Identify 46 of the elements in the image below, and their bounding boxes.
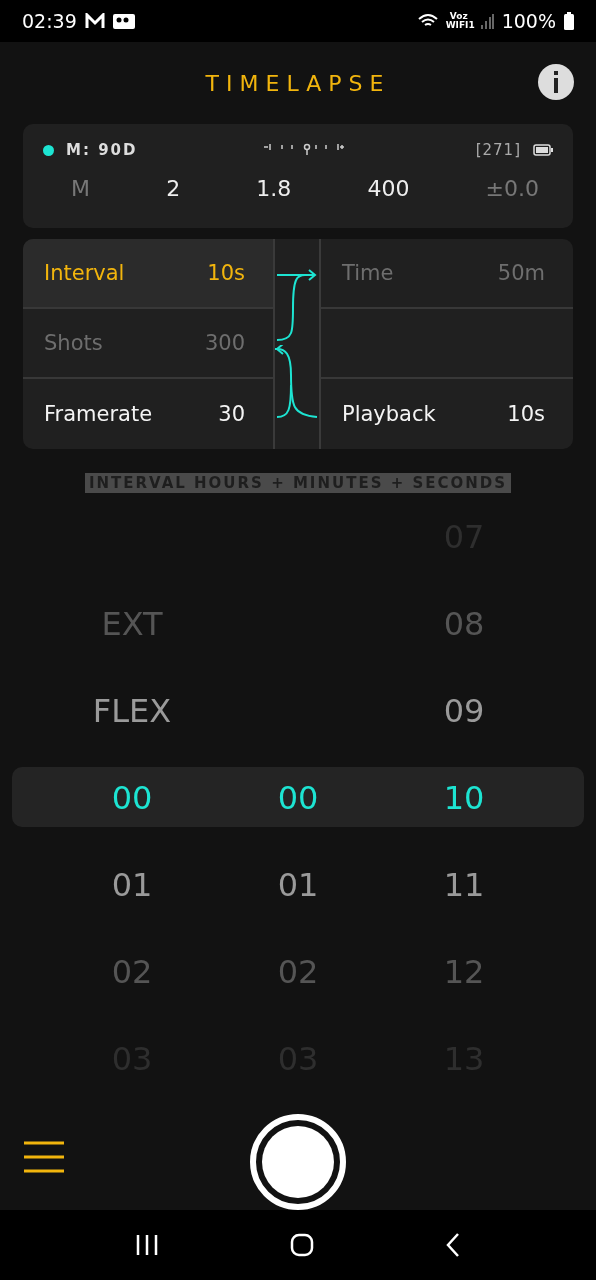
setting-label: Shots <box>44 331 103 355</box>
flow-arrow-icon <box>275 267 319 344</box>
back-button[interactable] <box>444 1232 461 1258</box>
setting-label: Playback <box>342 402 436 426</box>
picker-item[interactable]: 10 <box>443 778 485 817</box>
screen-title: TIMELAPSE <box>205 70 391 96</box>
recents-button[interactable] <box>135 1234 160 1256</box>
setting-label: Time <box>342 261 394 285</box>
home-button[interactable] <box>290 1233 314 1257</box>
picker-item[interactable]: 09 <box>443 691 485 730</box>
battery-icon <box>533 144 553 156</box>
setting-label: Interval <box>44 261 125 285</box>
exposure-value: 400 <box>367 176 410 201</box>
picker-item[interactable]: 00 <box>277 778 319 817</box>
picker-item[interactable]: FLEX <box>92 691 172 730</box>
setting-row[interactable]: Framerate 30 <box>23 379 273 449</box>
picker-item[interactable]: 01 <box>111 865 153 904</box>
flow-arrow-icon <box>275 344 319 421</box>
setting-label: Framerate <box>44 402 153 426</box>
status-time: 02:39 <box>22 10 77 32</box>
setting-row[interactable]: Interval 10s <box>23 239 273 309</box>
setting-row[interactable]: Playback 10s <box>321 379 573 449</box>
info-button[interactable] <box>538 64 574 100</box>
setting-value: 10s <box>507 402 545 426</box>
network-label: Voz WIFI1 <box>445 12 472 30</box>
wifi-icon <box>417 13 438 29</box>
setting-value: 30 <box>218 402 245 426</box>
exposure-value: 2 <box>166 176 181 201</box>
picker-item[interactable]: 00 <box>111 778 153 817</box>
setting-value: 10s <box>207 261 245 285</box>
battery-icon <box>564 12 574 30</box>
setting-value: 300 <box>204 331 245 355</box>
info-icon <box>553 71 559 93</box>
menu-button[interactable] <box>24 1140 64 1176</box>
signal-icon <box>479 13 494 29</box>
picker-item[interactable]: 11 <box>443 865 485 904</box>
exposure-value: ±0.0 <box>485 176 539 201</box>
exposure-value: 1.8 <box>256 176 292 201</box>
exposure-value: M <box>71 176 90 201</box>
voicemail-icon <box>112 13 135 29</box>
shots-remaining: [271] <box>475 141 521 159</box>
setting-value: 50m <box>497 261 545 285</box>
camera-model: M: 90D <box>66 141 138 159</box>
mail-icon <box>84 13 105 29</box>
battery-percent: 100% <box>501 10 556 32</box>
picker-item[interactable]: 01 <box>277 865 319 904</box>
